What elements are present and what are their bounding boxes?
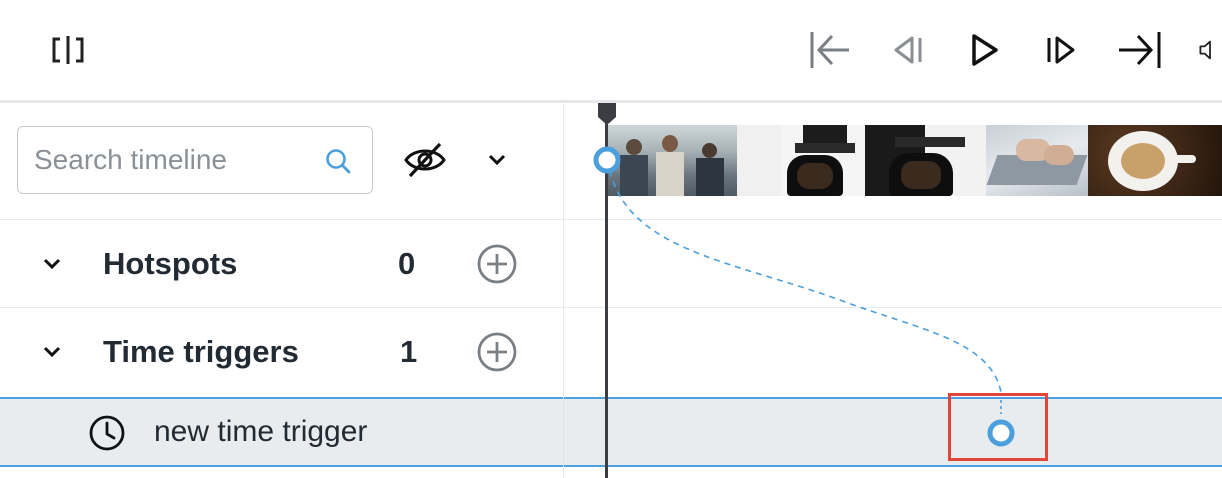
playhead-handle[interactable] [597,103,617,127]
trigger-start-marker[interactable] [591,144,623,176]
time-trigger-marker[interactable] [985,417,1017,449]
